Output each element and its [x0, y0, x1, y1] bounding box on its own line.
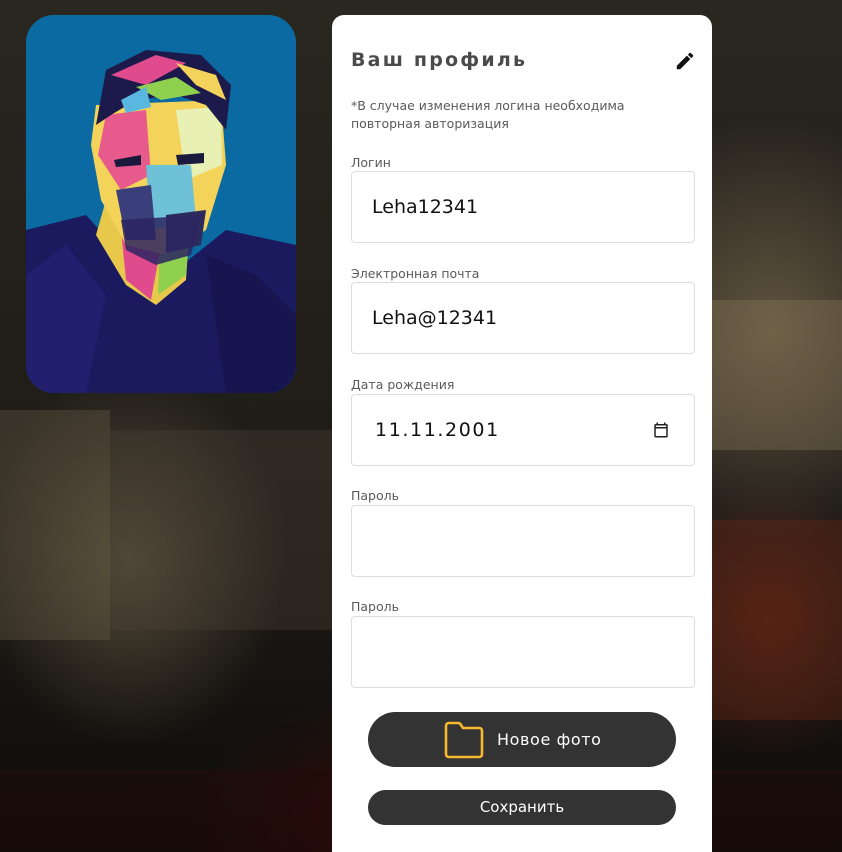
email-value: Leha@12341 — [372, 307, 498, 329]
login-label: Логин — [351, 155, 391, 170]
page-title: Ваш профиль — [351, 49, 528, 71]
pencil-icon[interactable] — [674, 50, 696, 72]
login-field[interactable]: Leha12341 — [351, 171, 695, 243]
password-confirm-field[interactable] — [351, 616, 695, 688]
birthdate-label: Дата рождения — [351, 377, 455, 392]
birthdate-field[interactable]: 11.11.2001 — [351, 394, 695, 466]
calendar-icon[interactable] — [652, 421, 670, 439]
password-confirm-label: Пароль — [351, 599, 399, 614]
birthdate-value: 11.11.2001 — [375, 419, 500, 441]
login-change-note: *В случае изменения логина необходима по… — [351, 98, 625, 131]
new-photo-button[interactable]: Новое фото — [368, 712, 676, 767]
email-label: Электронная почта — [351, 266, 480, 281]
save-button[interactable]: Сохранить — [368, 790, 676, 825]
profile-card: Ваш профиль *В случае изменения логина н… — [332, 15, 712, 852]
login-value: Leha12341 — [372, 196, 479, 218]
new-photo-label: Новое фото — [497, 730, 602, 749]
password-field[interactable] — [351, 505, 695, 577]
profile-avatar — [26, 15, 296, 393]
password-label: Пароль — [351, 488, 399, 503]
email-field[interactable]: Leha@12341 — [351, 282, 695, 354]
folder-icon — [444, 721, 484, 759]
